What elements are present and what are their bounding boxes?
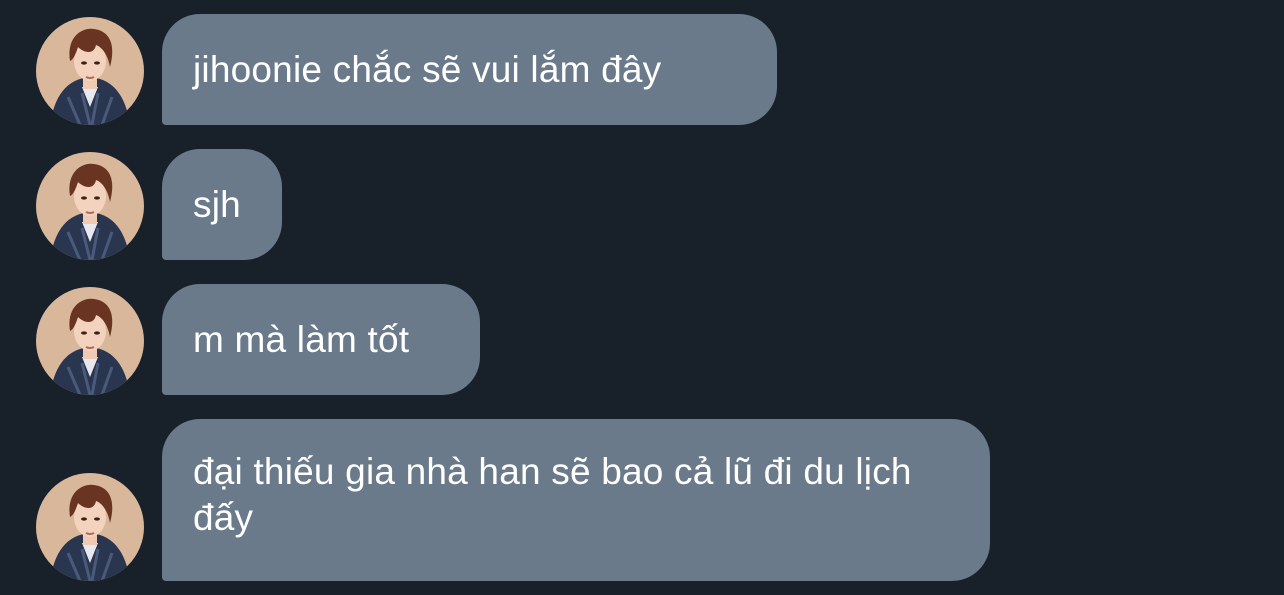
avatar-photo-icon <box>36 17 144 125</box>
message-text: jihoonie chắc sẽ vui lắm đây <box>193 48 662 90</box>
avatar-photo-icon <box>36 152 144 260</box>
sender-avatar[interactable] <box>36 152 144 260</box>
avatar-photo-icon <box>36 473 144 581</box>
message-row: đại thiếu gia nhà han sẽ bao cả lũ đi du… <box>0 419 1284 581</box>
message-text: m mà làm tốt <box>193 318 410 360</box>
sender-avatar[interactable] <box>36 473 144 581</box>
avatar-photo-icon <box>36 287 144 395</box>
message-text: sjh <box>193 183 241 225</box>
message-bubble[interactable]: sjh <box>162 149 282 260</box>
message-bubble[interactable]: đại thiếu gia nhà han sẽ bao cả lũ đi du… <box>162 419 990 581</box>
message-thread: jihoonie chắc sẽ vui lắm đây sjh m mà là… <box>0 0 1284 595</box>
sender-avatar[interactable] <box>36 17 144 125</box>
message-bubble[interactable]: jihoonie chắc sẽ vui lắm đây <box>162 14 777 125</box>
message-row: jihoonie chắc sẽ vui lắm đây <box>0 14 1284 125</box>
message-text: đại thiếu gia nhà han sẽ bao cả lũ đi du… <box>193 451 912 538</box>
message-row: m mà làm tốt <box>0 284 1284 395</box>
message-row: sjh <box>0 149 1284 260</box>
sender-avatar[interactable] <box>36 287 144 395</box>
message-bubble[interactable]: m mà làm tốt <box>162 284 480 395</box>
